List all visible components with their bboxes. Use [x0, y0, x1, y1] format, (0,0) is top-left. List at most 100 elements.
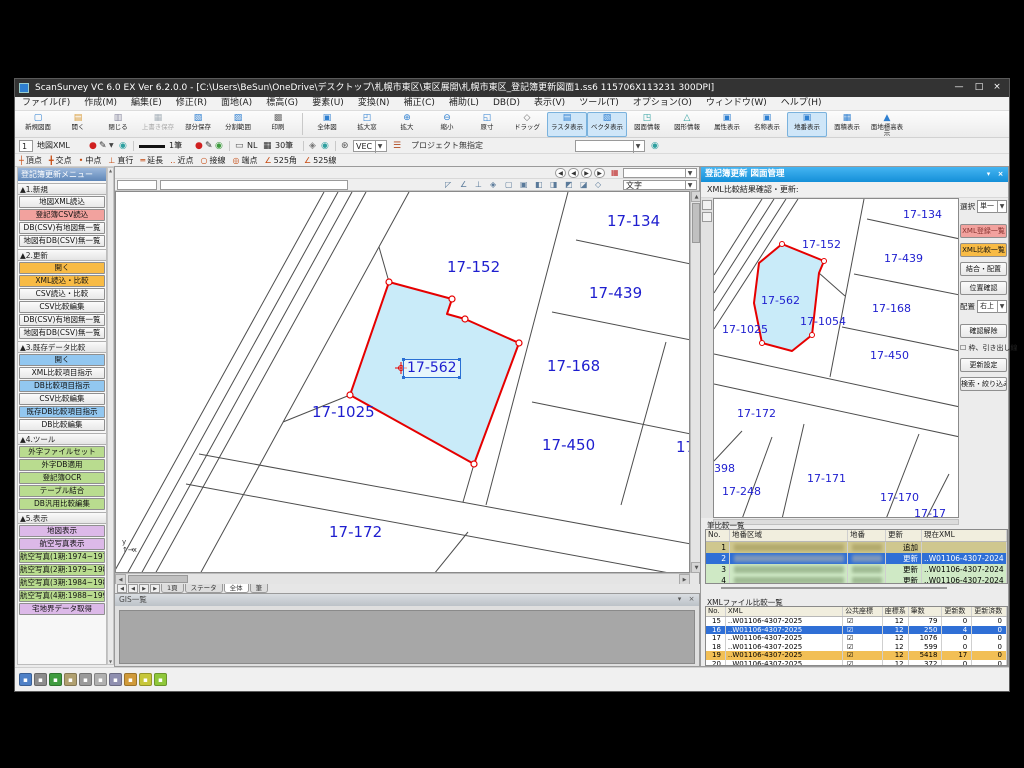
copy-icon[interactable]: ▪	[64, 673, 77, 686]
nl-label[interactable]: NL	[247, 140, 261, 152]
profile-select[interactable]: ▼	[575, 140, 645, 152]
column-header[interactable]: No.	[706, 607, 726, 616]
edit-tool-icon[interactable]: ◸	[445, 180, 451, 190]
edit-tool-icon[interactable]: ◩	[565, 180, 573, 190]
sidebar-section-header[interactable]: ▲3.既存データ比較	[18, 341, 106, 353]
sidebar-item[interactable]: 航空写真(2期:1979~1983)	[19, 564, 105, 576]
tab-nav-icon[interactable]: ▶	[139, 584, 149, 593]
column-header[interactable]: 現在XML	[922, 530, 1007, 541]
menu-item[interactable]: 要素(U)	[305, 97, 351, 110]
edit-icon[interactable]: ▪	[49, 673, 62, 686]
toolbar-button[interactable]: ◰拡大窓	[347, 112, 387, 137]
xml-file-compare-table[interactable]: No.XML公共座標座標系筆数更新数更新済数15..W01106-4307-20…	[705, 606, 1008, 666]
sidebar-section-header[interactable]: ▲5.表示	[18, 512, 106, 524]
table-row[interactable]: 2更新..W01106-4307-2024	[706, 553, 1007, 564]
toolbar-button[interactable]: ▣地番表示	[787, 112, 827, 137]
pen2-color-icon[interactable]: ●	[195, 140, 203, 152]
snap-mode-button[interactable]: •中点	[79, 154, 102, 166]
tab-nav-icon[interactable]: ◀	[128, 584, 138, 593]
menu-item[interactable]: 修正(R)	[169, 97, 214, 110]
table-row[interactable]: 16..W01106-4307-2025☑1225040	[706, 626, 1007, 635]
panel-button[interactable]: 検索・絞り込み	[960, 377, 1007, 391]
map-tab-ステータ[interactable]: ステータ	[185, 584, 223, 593]
toolbar-button[interactable]: ◱原寸	[467, 112, 507, 137]
home-icon[interactable]: ▪	[124, 673, 137, 686]
attribute-brush-icon[interactable]: ◉	[215, 140, 223, 152]
sidebar-item[interactable]: 宅地界データ取得	[19, 603, 105, 615]
toolbar-button[interactable]: ▦面積表示	[827, 112, 867, 137]
panel-button[interactable]: XML比較一覧	[960, 243, 1007, 257]
minimize-button[interactable]: —	[949, 81, 969, 95]
配置-select[interactable]: 右上▼	[977, 300, 1007, 313]
menu-item[interactable]: 標高(G)	[259, 97, 305, 110]
scroll-up-icon[interactable]: ▲	[108, 168, 113, 173]
snap-mode-button[interactable]: ═延長	[140, 154, 163, 166]
edit-tool-icon[interactable]: ◇	[595, 180, 601, 190]
sidebar-item[interactable]: 航空写真(1期:1974~1978)	[19, 551, 105, 563]
sidebar-item[interactable]: DB(CSV)有地図無一覧	[19, 314, 105, 326]
pen-icon[interactable]: ✎	[99, 140, 107, 152]
edit-tool-icon[interactable]: ◪	[580, 180, 588, 190]
sidebar-item[interactable]: 地図XML読込	[19, 196, 105, 208]
sidebar-item[interactable]: CSV比較編集	[19, 301, 105, 313]
toolbar-button[interactable]: △図形情報	[667, 112, 707, 137]
sidebar-section-header[interactable]: ▲1.新規	[18, 183, 106, 195]
toolbar-button[interactable]: ⊖縮小	[427, 112, 467, 137]
toolbar-button[interactable]: ◳図面情報	[627, 112, 667, 137]
menu-item[interactable]: 編集(E)	[124, 97, 169, 110]
toolbar-button[interactable]: ⊕拡大	[387, 112, 427, 137]
sidebar-item[interactable]: 外字ファイルセット	[19, 446, 105, 458]
layer-grid-icon[interactable]: ▦	[611, 168, 619, 178]
column-header[interactable]: XML	[726, 607, 843, 616]
title-bar[interactable]: ScanSurvey VC 6.0 EX Ver 6.2.0.0 - [C:\U…	[15, 79, 1009, 97]
toolbar-button[interactable]: ◇ドラッグ	[507, 112, 547, 137]
snap-mode-button[interactable]: ‥近点	[170, 154, 193, 166]
frame-leader-checkbox[interactable]: ☐ 枠、引き出し線	[960, 343, 1007, 353]
overview-scrollbar[interactable]	[713, 519, 959, 525]
public-coord-checkbox[interactable]: ☑	[843, 643, 883, 652]
sidebar-item[interactable]: DB比較項目指示	[19, 380, 105, 392]
table-row[interactable]: 15..W01106-4307-2025☑127900	[706, 617, 1007, 626]
edit-tool-icon[interactable]: ◨	[550, 180, 558, 190]
edit-tool-icon[interactable]: ▢	[505, 180, 513, 190]
settings-gear-icon[interactable]: ⊛	[341, 140, 349, 152]
sidebar-item[interactable]: 開く	[19, 354, 105, 366]
toolbar-button[interactable]: ▢新規図面	[18, 112, 58, 137]
table1-scroll-hint[interactable]	[721, 587, 947, 589]
column-header[interactable]: No.	[706, 530, 730, 541]
nav-forward-icon[interactable]: ▶	[594, 168, 605, 178]
sidebar-item[interactable]: 地図有DB(CSV)無一覧	[19, 327, 105, 339]
table-row[interactable]: 19..W01106-4307-2025☑125418170	[706, 651, 1007, 660]
selection-handle[interactable]	[458, 376, 461, 379]
menu-item[interactable]: 補助(L)	[442, 97, 486, 110]
sidebar-item[interactable]: CSV比較編集	[19, 393, 105, 405]
layer-number-field[interactable]: 1	[19, 140, 33, 152]
nav-back-icon[interactable]: ◀	[555, 168, 566, 178]
menu-item[interactable]: ウィンドウ(W)	[699, 97, 774, 110]
select-tool-icon[interactable]: ◉	[119, 140, 127, 152]
pen-color-icon[interactable]: ●	[89, 140, 97, 152]
pen-dropdown-icon[interactable]: ▼	[109, 140, 114, 152]
nav-back-icon[interactable]: ◀	[568, 168, 579, 178]
sidebar-item[interactable]: DB汎用比較編集	[19, 498, 105, 510]
toolbar-button[interactable]: ▨分割範囲	[218, 112, 258, 137]
toolbar-button[interactable]: ▣名称表示	[747, 112, 787, 137]
edit-tool-icon[interactable]: ◈	[490, 180, 496, 190]
map-tab-1頁[interactable]: 1頁	[161, 584, 184, 593]
toolbar-button[interactable]: ▦上書き保存	[138, 112, 178, 137]
toolbar-button[interactable]: ▲面地標高表示	[867, 112, 907, 137]
column-header[interactable]: 公共座標	[843, 607, 883, 616]
sidebar-section-header[interactable]: ▲2.更新	[18, 249, 106, 261]
selection-handle[interactable]	[402, 376, 405, 379]
edit-tool-icon[interactable]: ◧	[535, 180, 543, 190]
panel-button[interactable]: 確認解除	[960, 324, 1007, 338]
rect-mode-icon[interactable]: ▭	[235, 140, 244, 152]
sidebar-item[interactable]: 開く	[19, 262, 105, 274]
maximize-button[interactable]: □	[969, 81, 989, 95]
sidebar-item[interactable]: CSV読込・比較	[19, 288, 105, 300]
sidebar-item[interactable]: 航空写真(3期:1984~1986)	[19, 577, 105, 589]
toolbar-button[interactable]: ▧ベクタ表示	[587, 112, 627, 137]
sidebar-item[interactable]: 既存DB比較項目指示	[19, 406, 105, 418]
panel-button[interactable]: XML登録一覧	[960, 224, 1007, 238]
list-icon[interactable]: ☰	[393, 140, 401, 152]
